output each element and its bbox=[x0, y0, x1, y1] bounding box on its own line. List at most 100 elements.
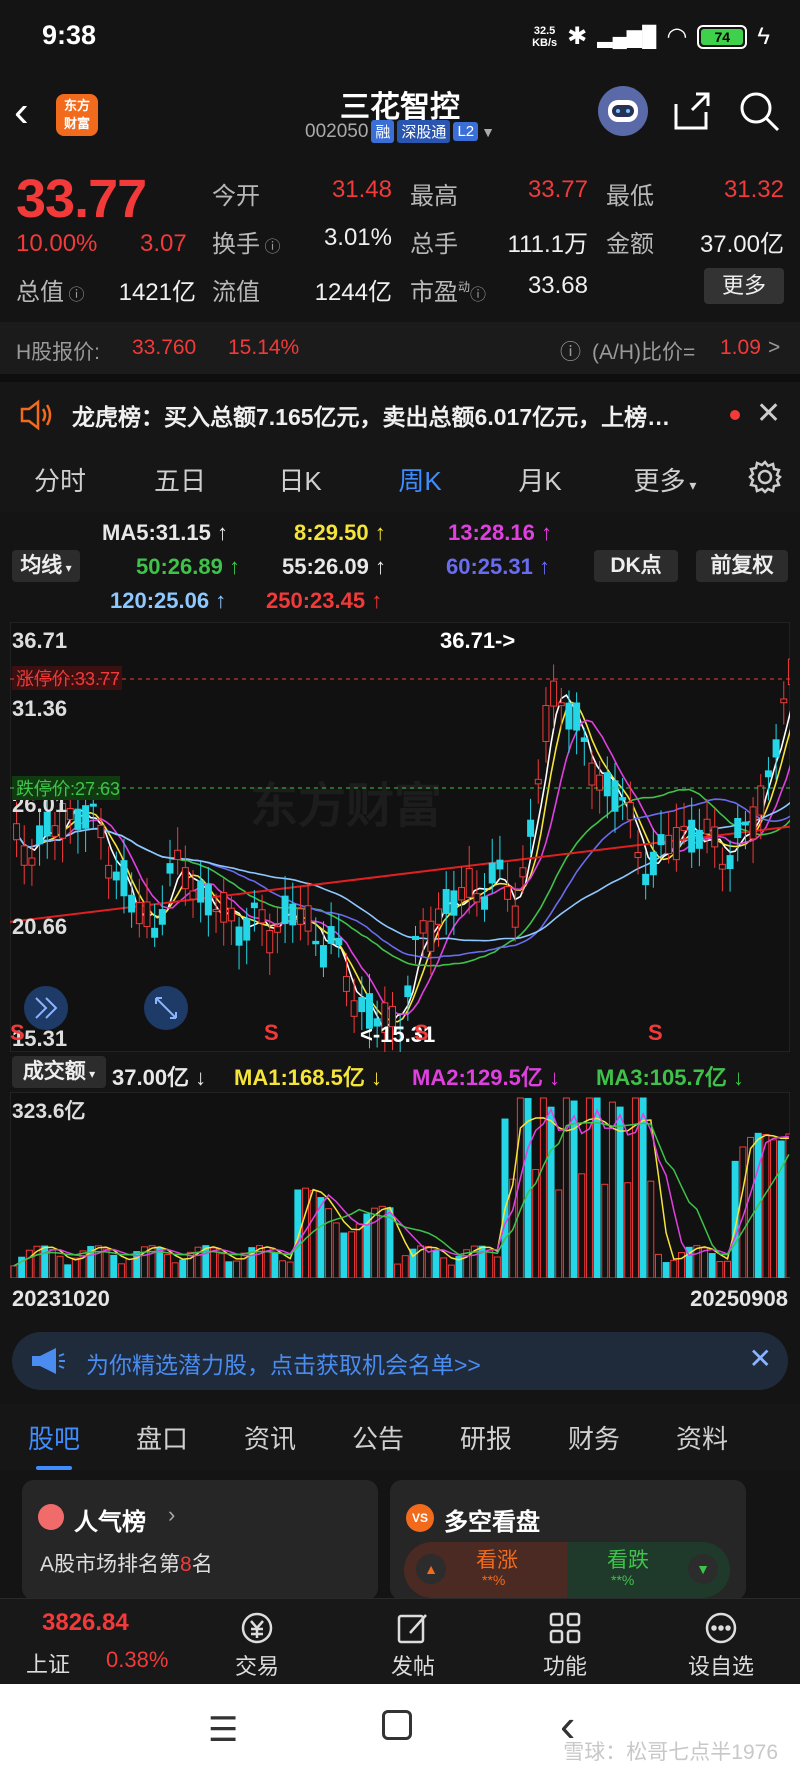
volume-bar bbox=[294, 1189, 302, 1278]
volume-ma2: MA2:129.5亿 ↓ bbox=[412, 1065, 560, 1090]
candle bbox=[289, 903, 297, 926]
end-date: 20250908 bbox=[690, 1286, 788, 1311]
adjust-button[interactable]: 前复权 bbox=[696, 550, 788, 582]
candle bbox=[481, 896, 489, 910]
candle bbox=[227, 907, 235, 922]
bear-vote[interactable]: 看跌 **% ▼ bbox=[567, 1542, 730, 1598]
candle bbox=[442, 889, 450, 915]
tab-intraday[interactable]: 分时 bbox=[0, 461, 120, 498]
volume-ma3: MA3:105.7亿 ↓ bbox=[596, 1065, 744, 1090]
fullscreen-icon[interactable] bbox=[144, 986, 188, 1030]
home-icon[interactable] bbox=[382, 1710, 412, 1740]
tab-weekly-k[interactable]: 周K bbox=[360, 461, 480, 498]
turnover-label: 换手 ⓘ bbox=[212, 231, 281, 258]
tab-guba[interactable]: 股吧 bbox=[0, 1419, 108, 1470]
megaphone-icon bbox=[32, 1348, 65, 1374]
dragon-tiger-notice[interactable]: 龙虎榜：买入总额7.165亿元，卖出总额6.017亿元，上榜… ✕ bbox=[0, 374, 800, 446]
volume-bar bbox=[762, 1133, 770, 1278]
ma60-value: 60:25.31 ↑ bbox=[446, 554, 550, 579]
help-icon[interactable]: ⓘ bbox=[560, 336, 581, 366]
y-tick-label: 36.71 bbox=[12, 628, 67, 653]
volume-chart[interactable]: 323.6亿 bbox=[10, 1092, 790, 1278]
tab-finance[interactable]: 财务 bbox=[540, 1419, 648, 1456]
volume-bar bbox=[64, 1264, 72, 1278]
index-change[interactable]: 0.38% bbox=[106, 1647, 168, 1673]
menu-icon[interactable]: ☰ bbox=[208, 1710, 238, 1750]
volume-bar bbox=[332, 1222, 340, 1278]
connect-tag: 深股通 bbox=[397, 120, 451, 143]
candle bbox=[281, 895, 289, 924]
candle bbox=[749, 806, 757, 840]
tab-daily-k[interactable]: 日K bbox=[240, 461, 360, 498]
candle bbox=[97, 824, 105, 839]
candle bbox=[304, 905, 312, 932]
info-icon[interactable]: ⓘ bbox=[470, 287, 486, 304]
hshare-row[interactable]: H股报价: 33.760 15.14% ⓘ (A/H)比价= 1.09 > bbox=[0, 322, 800, 374]
tab-pankou[interactable]: 盘口 bbox=[108, 1419, 216, 1456]
more-button[interactable]: 更多 bbox=[704, 268, 784, 304]
bull-vote[interactable]: ▲ 看涨 **% bbox=[404, 1542, 567, 1598]
nav-function[interactable]: 功能 bbox=[520, 1607, 610, 1681]
close-icon[interactable]: ✕ bbox=[749, 1342, 772, 1375]
volume-indicator-select[interactable]: 成交额 ▾ bbox=[12, 1056, 106, 1088]
index-name[interactable]: 上证 bbox=[26, 1647, 70, 1679]
stock-code: 002050 bbox=[305, 120, 369, 142]
nav-trade[interactable]: 交易 bbox=[212, 1607, 302, 1681]
nav-post[interactable]: 发帖 bbox=[368, 1607, 458, 1681]
candle bbox=[757, 785, 765, 816]
volume-bar bbox=[401, 1255, 409, 1278]
popularity-card[interactable]: 人气榜 › A股市场排名第8名 bbox=[22, 1480, 378, 1600]
share-icon[interactable] bbox=[668, 88, 714, 134]
high-marker: 36.71-> bbox=[440, 628, 515, 653]
volume-bar bbox=[624, 1182, 632, 1278]
net-speed: 32.5 KB/s bbox=[532, 24, 558, 49]
info-icon[interactable]: ⓘ bbox=[260, 239, 280, 256]
candle bbox=[504, 886, 512, 900]
candle bbox=[204, 884, 212, 916]
volume-bar bbox=[578, 1173, 586, 1278]
candle bbox=[619, 797, 627, 801]
ah-label: (A/H)比价= bbox=[592, 341, 696, 364]
candle bbox=[105, 864, 113, 879]
limit-down-label: 跌停价:27.63 bbox=[16, 779, 120, 799]
kline-chart[interactable]: 东方财富 36.71 31.36 26.01 20.66 15.31 涨停价:3… bbox=[10, 622, 790, 1052]
volume-amount: 37.00亿 ↓ bbox=[112, 1065, 207, 1090]
candle bbox=[557, 702, 565, 707]
info-icon[interactable]: ⓘ bbox=[64, 287, 84, 304]
close-icon[interactable]: ✕ bbox=[756, 396, 781, 431]
candle bbox=[772, 739, 780, 758]
volume-bar bbox=[286, 1261, 294, 1278]
candle bbox=[711, 826, 719, 848]
volume-bar bbox=[125, 1258, 133, 1278]
vote-bar: ▲ 看涨 **% 看跌 **% ▼ bbox=[404, 1542, 730, 1598]
tab-announcements[interactable]: 公告 bbox=[324, 1419, 432, 1456]
candle bbox=[335, 937, 343, 946]
candle bbox=[166, 863, 174, 874]
expand-arrows-icon[interactable] bbox=[24, 986, 68, 1030]
candle bbox=[565, 702, 573, 730]
bull-bear-card[interactable]: VS 多空看盘 ▲ 看涨 **% 看跌 **% ▼ bbox=[390, 1480, 746, 1600]
tab-monthly-k[interactable]: 月K bbox=[480, 461, 600, 498]
settings-gear-icon[interactable] bbox=[730, 459, 800, 499]
tab-news[interactable]: 资讯 bbox=[216, 1419, 324, 1456]
volume-bar bbox=[232, 1260, 240, 1278]
index-value[interactable]: 3826.84 bbox=[42, 1609, 129, 1637]
ma55-value: 55:26.09 ↑ bbox=[282, 554, 386, 579]
high-value: 33.77 bbox=[527, 176, 588, 203]
tab-five-day[interactable]: 五日 bbox=[120, 461, 240, 498]
tab-more[interactable]: 更多 ▾ bbox=[600, 461, 730, 498]
volume-bar bbox=[225, 1261, 233, 1278]
tab-profile[interactable]: 资料 bbox=[648, 1419, 756, 1456]
candle bbox=[657, 834, 665, 846]
nav-watchlist[interactable]: 设自选 bbox=[676, 1607, 766, 1681]
promo-banner[interactable]: 为你精选潜力股，点击获取机会名单>> ✕ bbox=[12, 1332, 788, 1390]
assistant-robot-icon[interactable] bbox=[598, 86, 648, 136]
speaker-icon bbox=[20, 399, 52, 431]
dk-point-button[interactable]: DK点 bbox=[594, 550, 678, 582]
candle bbox=[404, 985, 412, 998]
tab-research[interactable]: 研报 bbox=[432, 1419, 540, 1456]
search-icon[interactable] bbox=[736, 88, 782, 134]
volume-bar bbox=[555, 1189, 563, 1278]
hshare-pct: 15.14% bbox=[228, 336, 300, 359]
indicator-select[interactable]: 均线 ▾ bbox=[12, 550, 80, 582]
